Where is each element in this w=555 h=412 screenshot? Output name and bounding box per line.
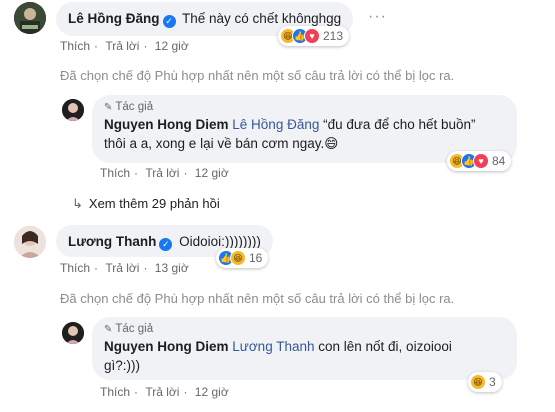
avatar[interactable] [62, 322, 84, 344]
reply-button[interactable]: Trả lời [145, 385, 179, 399]
verified-icon: ✓ [159, 238, 173, 251]
filter-note: Đã chọn chế độ Phù hợp nhất nên một số c… [60, 68, 455, 83]
reply-text: thôi a a, xong e lại về bán cơm ngay. [104, 136, 325, 151]
mention-link[interactable]: Lương Thanh [232, 339, 314, 354]
comment-actions: Thích · Trả lời · 12 giờ [60, 39, 189, 53]
author-tag: ✎ Tác giả [104, 101, 154, 113]
more-options-icon[interactable]: ··· [368, 8, 387, 26]
haha-icon: 😆 [230, 250, 246, 266]
timestamp[interactable]: 12 giờ [195, 385, 229, 399]
timestamp[interactable]: 13 giờ [155, 261, 189, 275]
reaction-summary[interactable]: 😆 👍 ♥ 213 [278, 26, 350, 46]
reply-author[interactable]: Nguyen Hong Diem [104, 117, 229, 132]
timestamp[interactable]: 12 giờ [195, 166, 229, 180]
comment-author[interactable]: Lương Thanh [68, 234, 156, 249]
pen-icon: ✎ [104, 102, 113, 113]
comment-text: Oidoioi:)))))))) [179, 234, 261, 249]
timestamp[interactable]: 12 giờ [155, 39, 189, 53]
reaction-summary[interactable]: 😆 👍 ♥ 84 [447, 151, 512, 171]
reply-text: con lên nốt đi, oizoiooi [318, 339, 452, 354]
reply-actions: Thích · Trả lời · 12 giờ [100, 166, 229, 180]
pen-icon: ✎ [104, 324, 113, 335]
avatar[interactable] [14, 226, 46, 258]
reply-arrow-icon: ↳ [72, 196, 83, 211]
reaction-summary[interactable]: 😆 3 [468, 372, 502, 392]
like-button[interactable]: Thích [100, 166, 130, 180]
like-button[interactable]: Thích [60, 39, 90, 53]
love-icon: ♥ [473, 153, 489, 169]
author-tag: ✎ Tác giả [104, 323, 154, 335]
reaction-summary[interactable]: 👍 😆 16 [216, 248, 269, 268]
reply-bubble: ✎ Tác giả Nguyen Hong Diem Lương Thanh co… [92, 317, 517, 380]
reaction-count: 84 [492, 154, 506, 168]
reply-button[interactable]: Trả lời [145, 166, 179, 180]
view-more-replies[interactable]: ↳ Xem thêm 29 phản hồi [72, 196, 220, 212]
reply-actions: Thích · Trả lời · 12 giờ [100, 385, 229, 399]
haha-icon: 😆 [470, 374, 486, 390]
like-button[interactable]: Thích [60, 261, 90, 275]
verified-icon: ✓ [162, 15, 176, 28]
reply-button[interactable]: Trả lời [105, 261, 139, 275]
reply-button[interactable]: Trả lời [105, 39, 139, 53]
reaction-count: 213 [323, 29, 344, 43]
like-button[interactable]: Thích [100, 385, 130, 399]
filter-note: Đã chọn chế độ Phù hợp nhất nên một số c… [60, 291, 455, 306]
grin-emoji: 😄 [324, 136, 339, 151]
reaction-count: 3 [489, 375, 496, 389]
mention-link[interactable]: Lê Hồng Đăng [232, 117, 319, 132]
avatar[interactable] [62, 99, 84, 121]
comment-actions: Thích · Trả lời · 13 giờ [60, 261, 189, 275]
comment-text: Thế này có chết khônghgg [182, 11, 342, 26]
comment-author[interactable]: Lê Hồng Đăng [68, 11, 160, 26]
reply-text: “đu đưa để cho hết buồn” [323, 117, 476, 132]
reply-author[interactable]: Nguyen Hong Diem [104, 339, 229, 354]
reaction-count: 16 [249, 251, 263, 265]
avatar[interactable] [14, 2, 46, 34]
reply-text: gì?:))) [104, 358, 141, 373]
love-icon: ♥ [304, 28, 320, 44]
